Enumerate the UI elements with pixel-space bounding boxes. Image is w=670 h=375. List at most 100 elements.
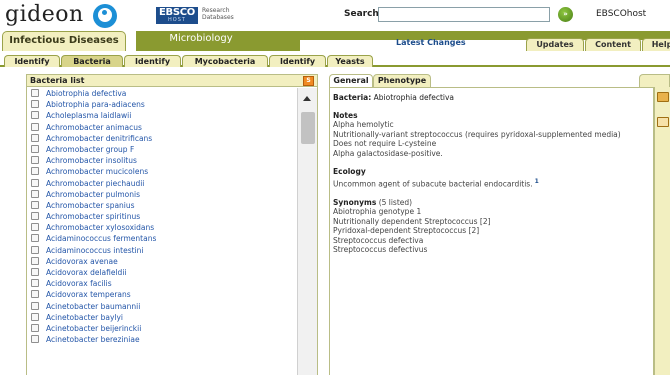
ebscohost-link[interactable]: EBSCOhost [596, 9, 646, 19]
checkbox[interactable] [31, 144, 39, 153]
list-item[interactable]: Acholeplasma laidlawii [27, 110, 295, 121]
list-item[interactable]: Achromobacter xylosoxidans [27, 222, 295, 233]
list-scrollbar[interactable] [297, 88, 317, 375]
print-icon[interactable] [657, 92, 669, 102]
tab-help[interactable]: Help [642, 38, 670, 51]
bacteria-name-link[interactable]: Achromobacter spanius [46, 201, 135, 210]
list-item[interactable]: Achromobacter animacus [27, 122, 295, 133]
scroll-up-arrow-icon[interactable] [303, 96, 311, 101]
list-item[interactable]: Acidovorax delafieldii [27, 267, 295, 278]
checkbox[interactable] [31, 223, 39, 232]
checkbox[interactable] [31, 268, 39, 276]
list-item[interactable]: Acinetobacter bereziniae [27, 334, 295, 345]
bacteria-name-link[interactable]: Acinetobacter bereziniae [46, 335, 140, 344]
bacteria-name-link[interactable]: Achromobacter piechaudii [46, 179, 144, 188]
note-line: Alpha hemolytic [333, 120, 394, 129]
checkbox[interactable] [31, 335, 39, 344]
list-item[interactable]: Achromobacter insolitus [27, 155, 295, 166]
subtab-identify-bacteria[interactable]: Identify [4, 55, 60, 67]
bacteria-name-link[interactable]: Acidovorax delafieldii [46, 268, 127, 277]
bacteria-list[interactable]: Abiotrophia defectiva Abiotrophia para-ad… [27, 88, 295, 375]
bacteria-name-link[interactable]: Achromobacter insolitus [46, 156, 137, 165]
checkbox[interactable] [31, 234, 39, 243]
checkbox[interactable] [31, 312, 39, 321]
checkbox[interactable] [31, 256, 39, 265]
checkbox[interactable] [31, 301, 39, 310]
bacteria-name-link[interactable]: Achromobacter spiritinus [46, 212, 140, 221]
checkbox[interactable] [31, 212, 39, 221]
tab-updates[interactable]: Updates [526, 38, 584, 51]
bacteria-name-link[interactable]: Acinetobacter baumannii [46, 302, 140, 311]
sort-button[interactable]: S [303, 76, 314, 86]
checkbox[interactable] [31, 245, 39, 254]
list-item[interactable]: Acidovorax facilis [27, 278, 295, 289]
note-line: Nutritionally-variant streptococcus (req… [333, 129, 621, 139]
subtab-identify-yeasts[interactable]: Identify [269, 55, 326, 67]
bacteria-name-link[interactable]: Achromobacter pulmonis [46, 190, 140, 199]
checkbox[interactable] [31, 178, 39, 187]
search-input[interactable] [378, 7, 550, 22]
bacteria-name-link[interactable]: Abiotrophia defectiva [46, 89, 126, 98]
tab-content[interactable]: Content [585, 38, 641, 51]
list-item[interactable]: Acinetobacter baylyi [27, 312, 295, 323]
bacteria-name-link[interactable]: Acidovorax temperans [46, 290, 131, 299]
bacteria-name-link[interactable]: Abiotrophia para-adiacens [46, 100, 145, 109]
list-item[interactable]: Acinetobacter baumannii [27, 301, 295, 312]
scroll-thumb[interactable] [301, 112, 315, 144]
list-item[interactable]: Abiotrophia defectiva [27, 88, 295, 99]
list-item[interactable]: Acidaminococcus intestini [27, 245, 295, 256]
bacteria-name-link[interactable]: Acinetobacter beijerinckii [46, 324, 141, 333]
bacteria-label: Bacteria: [333, 93, 372, 102]
tab-phenotype[interactable]: Phenotype [373, 74, 431, 87]
list-item[interactable]: Achromobacter mucicolens [27, 166, 295, 177]
checkbox[interactable] [31, 89, 39, 97]
email-icon[interactable] [657, 117, 669, 127]
subtab-identify-mycobacteria[interactable]: Identify [124, 55, 181, 67]
list-item[interactable]: Achromobacter pulmonis [27, 189, 295, 200]
checkbox[interactable] [31, 290, 39, 299]
checkbox[interactable] [31, 122, 39, 131]
subtab-mycobacteria[interactable]: Mycobacteria [182, 55, 268, 67]
checkbox[interactable] [31, 200, 39, 209]
list-item[interactable]: Achromobacter denitrificans [27, 133, 295, 144]
list-item[interactable]: Acidaminococcus fermentans [27, 233, 295, 244]
bacteria-name-link[interactable]: Acidovorax facilis [46, 279, 112, 288]
bacteria-name-link[interactable]: Acholeplasma laidlawii [46, 111, 131, 120]
checkbox[interactable] [31, 189, 39, 198]
list-item[interactable]: Achromobacter piechaudii [27, 178, 295, 189]
list-item[interactable]: Acidovorax avenae [27, 256, 295, 267]
subtab-yeasts[interactable]: Yeasts [327, 55, 373, 67]
bacteria-name-link[interactable]: Acidaminococcus fermentans [46, 234, 156, 243]
tab-infectious-diseases[interactable]: Infectious Diseases [2, 31, 126, 51]
bacteria-name-link[interactable]: Achromobacter xylosoxidans [46, 223, 154, 232]
ecology-reference-link[interactable]: 1 [535, 178, 539, 185]
ebsco-host-logo[interactable]: EBSCO HOST [156, 7, 198, 24]
list-item[interactable]: Achromobacter group F [27, 144, 295, 155]
checkbox[interactable] [31, 156, 39, 165]
checkbox[interactable] [31, 167, 39, 176]
latest-changes-link[interactable]: Latest Changes [396, 38, 466, 47]
checkbox[interactable] [31, 133, 39, 142]
bacteria-name-link[interactable]: Acinetobacter baylyi [46, 313, 123, 322]
search-go-button[interactable]: » [558, 7, 573, 22]
checkbox[interactable] [31, 279, 39, 288]
bacteria-name-link[interactable]: Achromobacter denitrificans [46, 134, 152, 143]
ecology-title: Ecology [333, 167, 366, 176]
list-item[interactable]: Abiotrophia para-adiacens [27, 99, 295, 110]
checkbox[interactable] [31, 111, 39, 120]
tab-microbiology[interactable]: Microbiology [136, 31, 266, 51]
bacteria-name-link[interactable]: Achromobacter group F [46, 145, 134, 154]
list-item[interactable]: Acidovorax temperans [27, 289, 295, 300]
checkbox[interactable] [31, 100, 39, 109]
tab-general[interactable]: General [329, 74, 373, 87]
subtab-bacteria[interactable]: Bacteria [61, 55, 123, 67]
bacteria-name-link[interactable]: Acidovorax avenae [46, 257, 118, 266]
list-item[interactable]: Achromobacter spanius [27, 200, 295, 211]
checkbox[interactable] [31, 323, 39, 332]
bacteria-name-link[interactable]: Achromobacter animacus [46, 123, 142, 132]
bacteria-name-link[interactable]: Acidaminococcus intestini [46, 246, 143, 255]
bacteria-name-link[interactable]: Achromobacter mucicolens [46, 167, 148, 176]
list-item[interactable]: Achromobacter spiritinus [27, 211, 295, 222]
list-item[interactable]: Acinetobacter beijerinckii [27, 323, 295, 334]
side-toolbar [654, 87, 670, 375]
